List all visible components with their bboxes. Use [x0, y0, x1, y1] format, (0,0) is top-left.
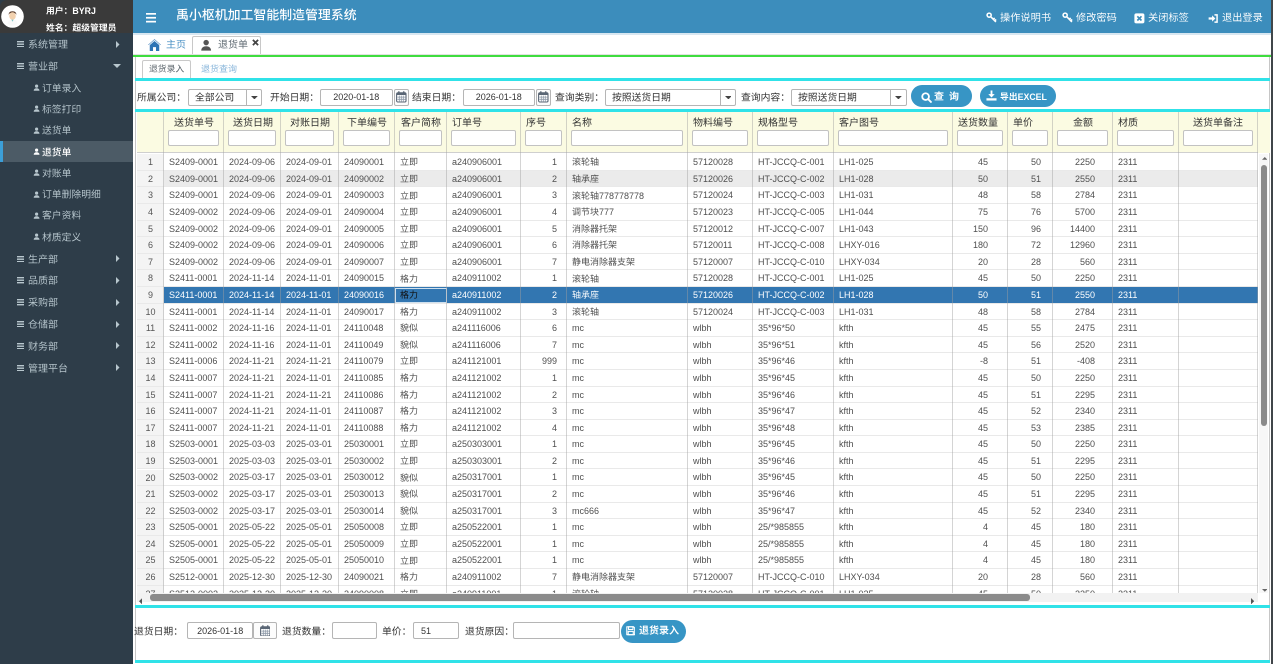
- svg-text:BYRJ: BYRJ: [72, 6, 96, 16]
- svg-text:EXCEL: EXCEL: [1018, 91, 1048, 101]
- svg-text:778778778: 778778778: [599, 190, 644, 200]
- svg-text:777: 777: [599, 207, 614, 217]
